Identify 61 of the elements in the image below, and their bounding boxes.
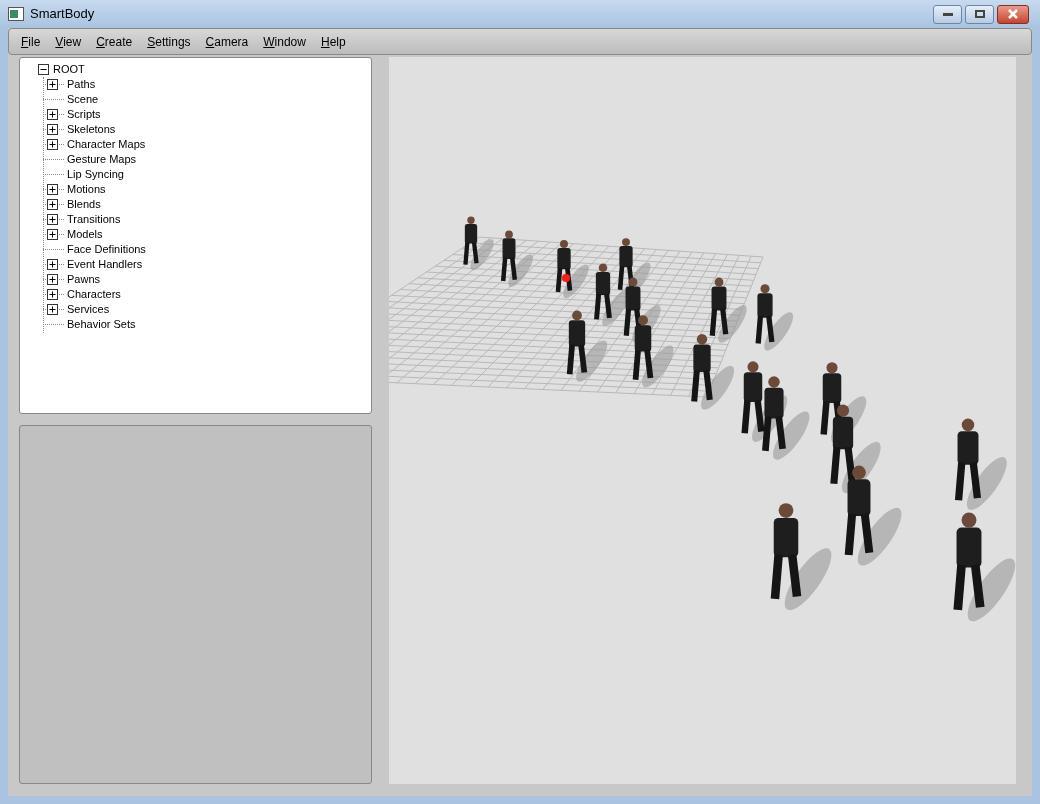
character-figure-drawing[interactable]: [500, 230, 533, 287]
maximize-icon: [974, 10, 985, 18]
menu-item[interactable]: Window: [257, 32, 312, 51]
close-icon: [1007, 9, 1019, 19]
tree-item[interactable]: Character Maps: [67, 136, 146, 153]
tree-item[interactable]: Pawns: [67, 271, 101, 288]
menu-item[interactable]: Settings: [141, 32, 197, 51]
character-figure-drawing[interactable]: [755, 284, 794, 351]
menu-item[interactable]: Camera: [199, 32, 255, 51]
tree-item[interactable]: Paths: [67, 76, 96, 93]
marker-dot: [562, 274, 570, 282]
tree-item[interactable]: ROOT: [53, 61, 85, 78]
expand-icon[interactable]: [47, 124, 58, 135]
expand-icon[interactable]: [47, 199, 58, 210]
tree-item[interactable]: Skeletons: [67, 121, 116, 138]
character-figure-drawing[interactable]: [770, 503, 832, 611]
character-figure-drawing[interactable]: [762, 376, 810, 460]
tree-item[interactable]: Models: [67, 226, 103, 243]
tree-item[interactable]: Transitions: [67, 211, 121, 228]
tree-item[interactable]: Event Handlers: [67, 256, 143, 273]
collapse-icon[interactable]: [38, 64, 49, 75]
close-button[interactable]: [997, 4, 1029, 24]
tree-item[interactable]: Behavior Sets: [67, 316, 136, 333]
expand-icon[interactable]: [47, 229, 58, 240]
expand-icon[interactable]: [47, 184, 58, 195]
tree-item[interactable]: Blends: [67, 196, 101, 213]
character-figure-drawing[interactable]: [555, 240, 589, 299]
menu-item[interactable]: View: [49, 32, 88, 51]
character-figure-drawing[interactable]: [691, 334, 735, 410]
expand-icon[interactable]: [47, 214, 58, 225]
3d-viewport[interactable]: [389, 57, 1016, 784]
expand-icon[interactable]: [47, 274, 58, 285]
tree-item[interactable]: Face Definitions: [67, 241, 146, 258]
tree-item[interactable]: Characters: [67, 286, 121, 303]
minimize-icon: [942, 12, 953, 16]
minimize-button[interactable]: [933, 4, 962, 24]
expand-icon[interactable]: [47, 109, 58, 120]
window-title: SmartBody: [30, 5, 95, 24]
menu-item[interactable]: Create: [90, 32, 139, 51]
tree-item[interactable]: Scripts: [67, 106, 101, 123]
tree-item[interactable]: Gesture Maps: [67, 151, 137, 168]
expand-icon[interactable]: [47, 259, 58, 270]
character-figure-drawing[interactable]: [632, 315, 674, 388]
expand-icon[interactable]: [47, 79, 58, 90]
app-icon: [8, 7, 24, 21]
character-figure-drawing[interactable]: [954, 418, 1007, 510]
expand-icon[interactable]: [47, 139, 58, 150]
tree-item[interactable]: Lip Syncing: [67, 166, 124, 183]
character-figure-drawing[interactable]: [566, 310, 608, 382]
tree-item[interactable]: Scene: [67, 91, 99, 108]
expand-icon[interactable]: [47, 304, 58, 315]
menu-item[interactable]: Help: [314, 32, 352, 51]
character-figure-drawing[interactable]: [709, 277, 747, 343]
menu-item[interactable]: File: [15, 32, 47, 51]
character-figure-drawing[interactable]: [463, 216, 494, 271]
character-figure-drawing[interactable]: [844, 465, 902, 566]
tree-item[interactable]: Motions: [67, 181, 106, 198]
expand-icon[interactable]: [47, 289, 58, 300]
character-figure-drawing[interactable]: [953, 512, 1016, 622]
maximize-button[interactable]: [965, 4, 994, 24]
tree-item[interactable]: Services: [67, 301, 110, 318]
